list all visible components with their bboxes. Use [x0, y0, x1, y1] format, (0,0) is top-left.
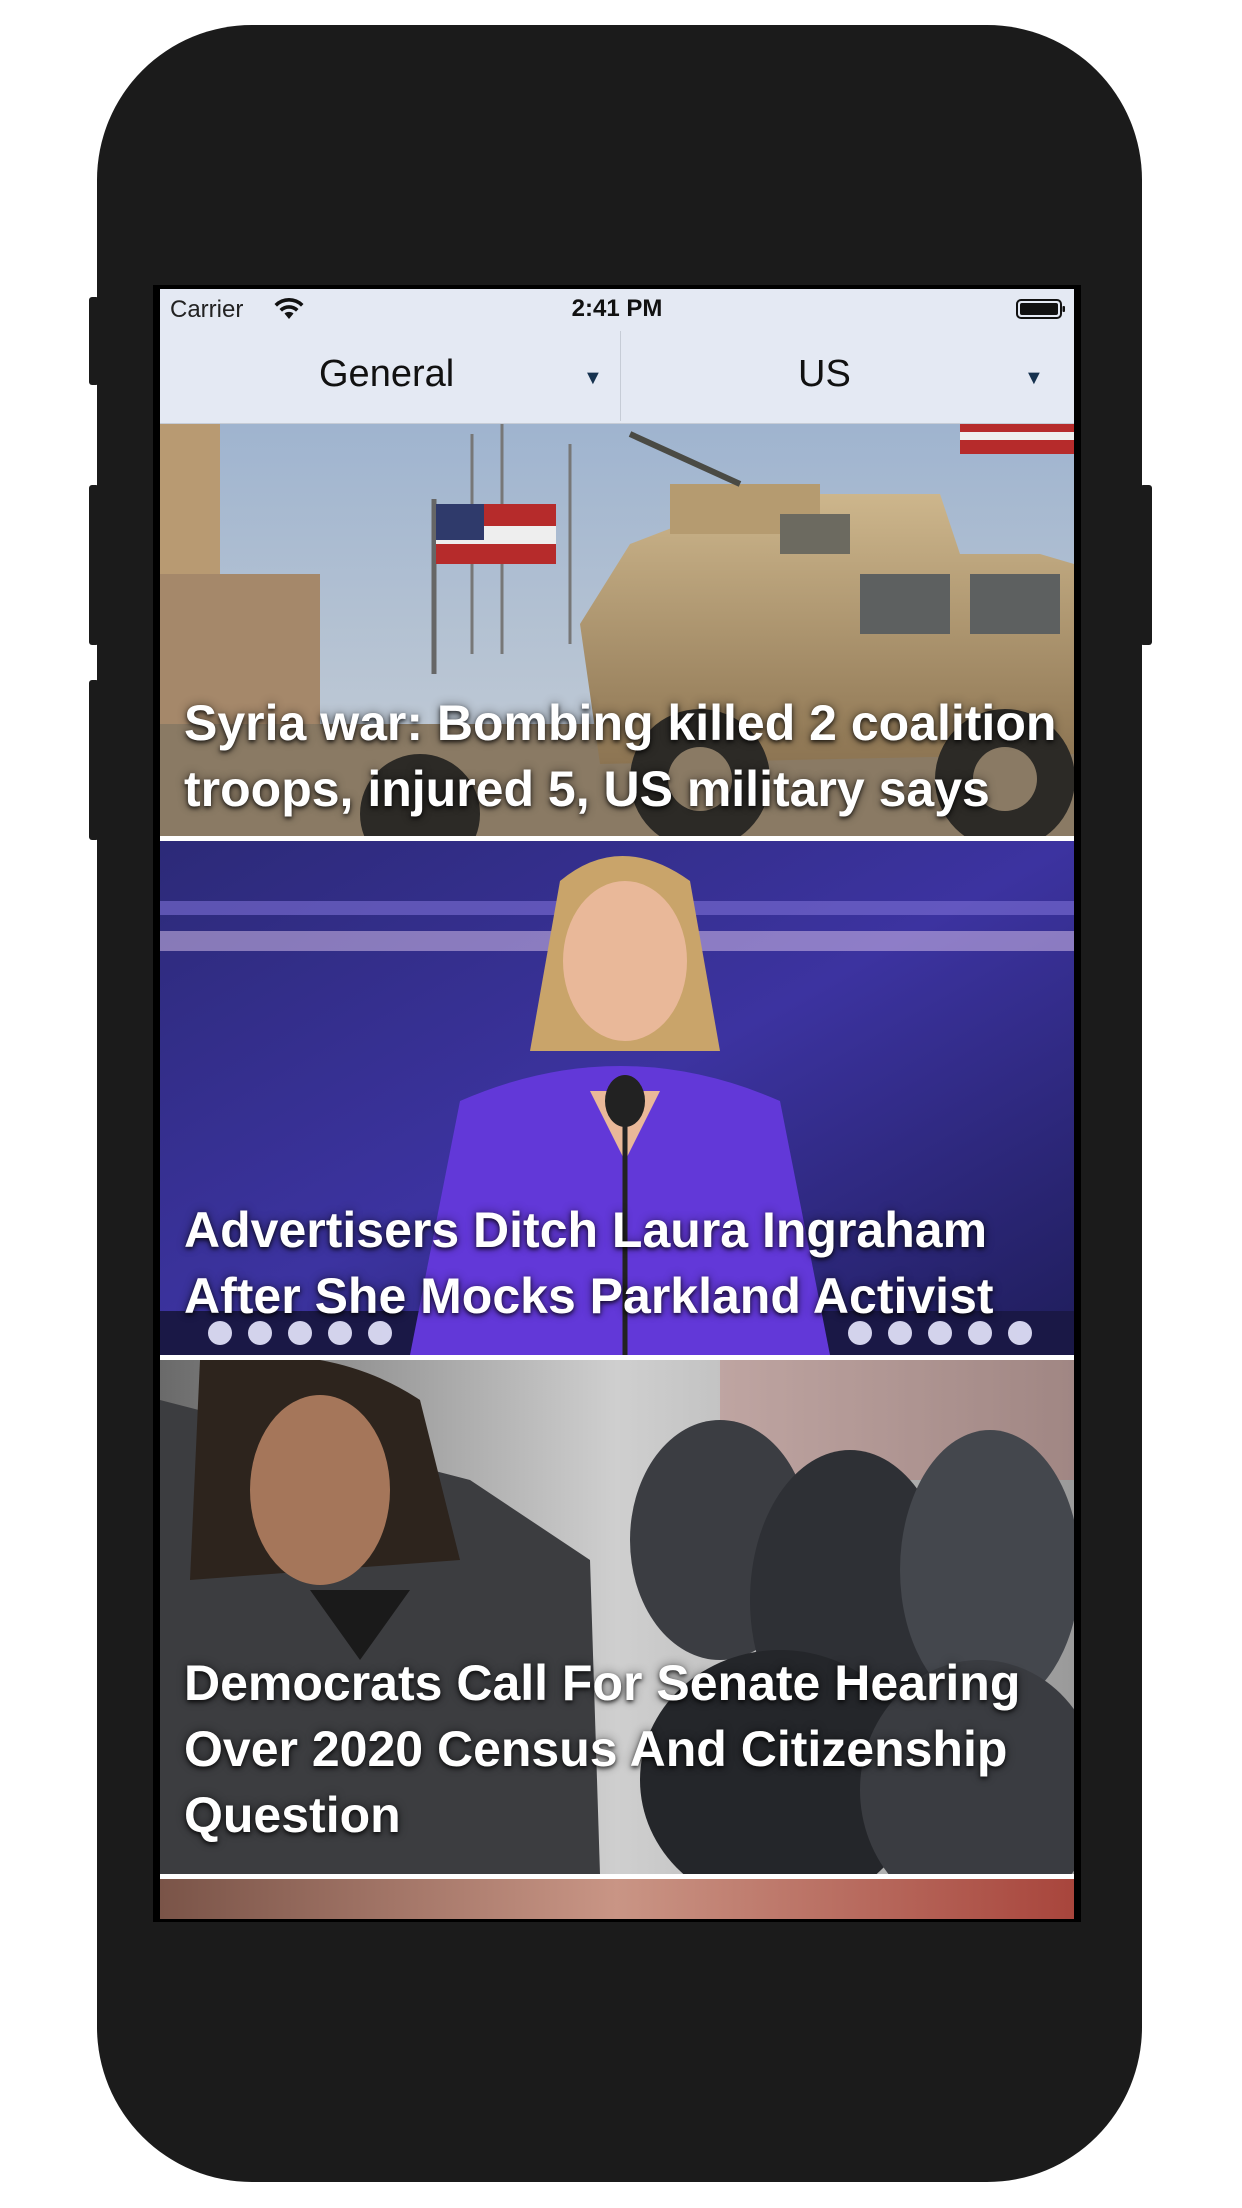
phone-screen: Carrier 2:41 PM General ▼ US ▼ Syria war…: [153, 285, 1081, 1922]
category-picker[interactable]: General ▼: [160, 329, 620, 423]
news-feed[interactable]: Syria war: Bombing killed 2 coalition tr…: [160, 424, 1074, 1919]
status-time: 2:41 PM: [571, 295, 663, 322]
news-card[interactable]: Democrats Call For Senate Hearing Over 2…: [160, 1360, 1074, 1874]
battery-icon: [1016, 299, 1065, 319]
status-bar: Carrier 2:41 PM: [160, 289, 1074, 329]
article-title: Advertisers Ditch Laura Ingraham After S…: [184, 1202, 994, 1324]
news-card[interactable]: Advertisers Ditch Laura Ingraham After S…: [160, 841, 1074, 1355]
app-view: Carrier 2:41 PM General ▼ US ▼ Syria war…: [160, 289, 1074, 1919]
mute-switch: [89, 297, 99, 385]
country-picker[interactable]: US ▼: [621, 329, 1074, 423]
category-picker-label: General: [319, 353, 455, 395]
country-picker-label: US: [798, 353, 851, 395]
volume-up-button: [89, 485, 99, 645]
article-image: [160, 1879, 1074, 1919]
power-button: [1140, 485, 1152, 645]
news-card[interactable]: [160, 1879, 1074, 1919]
volume-down-button: [89, 680, 99, 840]
news-card[interactable]: Syria war: Bombing killed 2 coalition tr…: [160, 424, 1074, 836]
article-title: Syria war: Bombing killed 2 coalition tr…: [184, 695, 1057, 817]
caret-down-icon: ▼: [1024, 367, 1044, 389]
article-title: Democrats Call For Senate Hearing Over 2…: [184, 1655, 1021, 1843]
filter-bar: General ▼ US ▼: [160, 329, 1074, 424]
caret-down-icon: ▼: [583, 367, 603, 389]
